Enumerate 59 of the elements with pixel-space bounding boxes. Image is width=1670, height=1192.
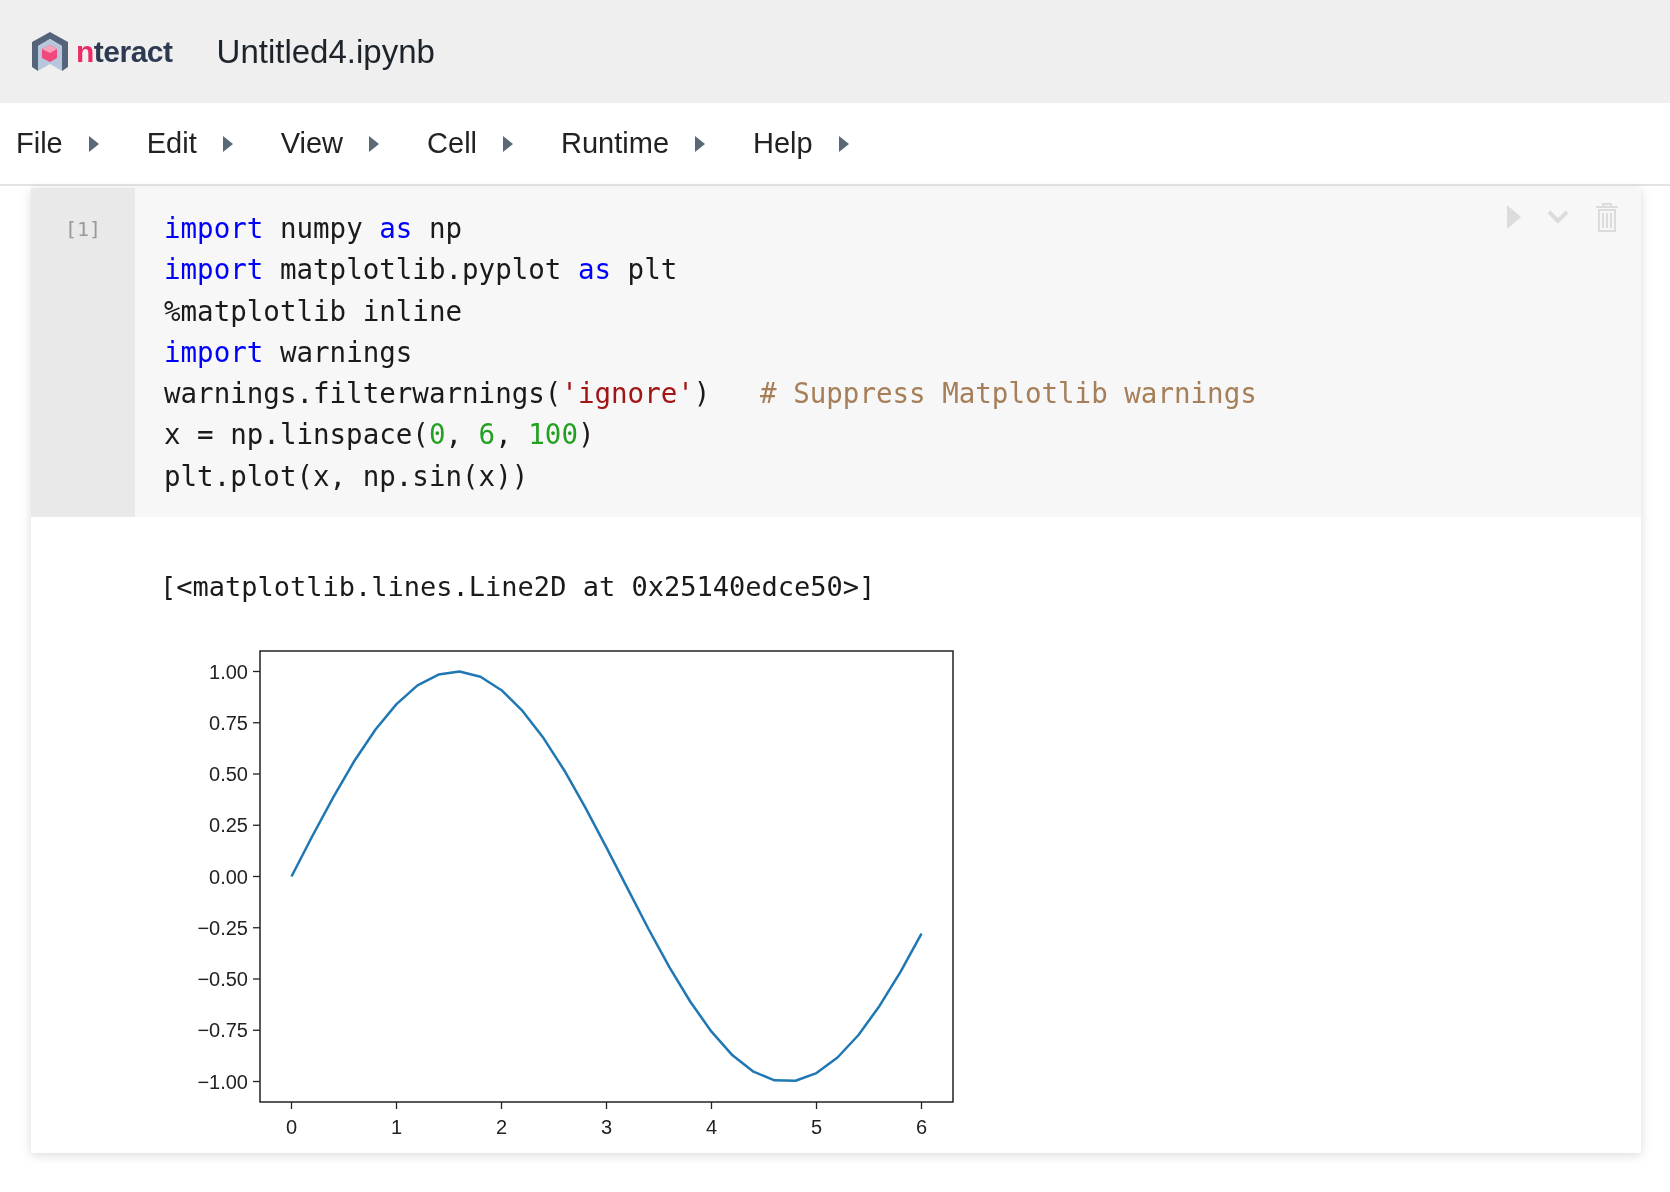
caret-icon (503, 135, 514, 152)
y-tick-label: 1.00 (209, 660, 248, 683)
y-tick-label: −0.75 (197, 1019, 248, 1042)
menu-item[interactable]: Cell (427, 121, 514, 166)
tick-mark (920, 1101, 923, 1110)
output-text: [<matplotlib.lines.Line2D at 0x25140edce50>] (160, 570, 876, 605)
notebook-title: Untitled4.ipynb (216, 31, 435, 72)
x-tick-label: 2 (495, 1116, 508, 1139)
code-line: import warnings (164, 334, 413, 370)
menu-item[interactable]: Runtime (561, 121, 706, 166)
run-icon[interactable] (1507, 205, 1521, 229)
code-line: x = np.linspace(0, 6, 100) (164, 417, 595, 453)
tick-mark (395, 1101, 398, 1110)
logo-wordmark: nteract (76, 36, 173, 67)
tick-mark (710, 1101, 713, 1110)
menu-item[interactable]: View (280, 121, 380, 166)
tick-mark (252, 824, 261, 826)
x-tick-label: 4 (705, 1116, 718, 1139)
tick-mark (290, 1101, 293, 1110)
tick-mark (815, 1101, 818, 1110)
tick-mark (252, 978, 261, 980)
code-line: warnings.filterwarnings('ignore') # Suppress Matplotlib warnings (164, 376, 1257, 412)
code-line: import matplotlib.pyplot as plt (164, 252, 678, 288)
tick-mark (252, 670, 261, 673)
tick-mark (252, 1080, 261, 1083)
menu-item[interactable]: Help (753, 121, 849, 166)
menu-item[interactable]: File (16, 121, 99, 166)
x-tick-label: 5 (810, 1116, 823, 1139)
execution-count: [1] (64, 216, 102, 242)
y-tick-label: 0.75 (209, 711, 248, 734)
code-line: %matplotlib inline (164, 293, 462, 329)
tick-mark (252, 927, 261, 929)
caret-icon (222, 135, 233, 152)
menu-item[interactable]: Edit (146, 121, 233, 166)
caret-icon (838, 135, 849, 152)
y-tick-label: 0.25 (209, 814, 248, 837)
caret-icon (695, 135, 706, 152)
caret-icon (88, 135, 99, 152)
tick-mark (252, 1029, 261, 1031)
trash-icon[interactable] (1595, 202, 1619, 232)
cube-logo-icon (30, 30, 70, 73)
x-tick-label: 1 (390, 1116, 403, 1139)
code-line: plt.plot(x, np.sin(x)) (164, 458, 529, 494)
tick-mark (252, 773, 261, 775)
x-tick-label: 3 (600, 1116, 613, 1139)
tick-mark (605, 1101, 608, 1110)
y-tick-label: −0.50 (197, 968, 248, 991)
y-tick-label: 0.50 (209, 763, 248, 786)
x-tick-label: 0 (285, 1116, 298, 1139)
x-tick-label: 6 (915, 1116, 928, 1139)
y-tick-label: 0.00 (209, 865, 248, 888)
y-tick-label: −1.00 (197, 1070, 248, 1093)
code-line: import numpy as np (164, 211, 463, 246)
tick-mark (252, 875, 261, 878)
chevron-down-icon[interactable] (1547, 210, 1569, 224)
caret-icon (369, 135, 380, 152)
y-tick-label: −0.25 (197, 916, 248, 939)
tick-mark (252, 722, 261, 724)
tick-mark (500, 1101, 503, 1110)
